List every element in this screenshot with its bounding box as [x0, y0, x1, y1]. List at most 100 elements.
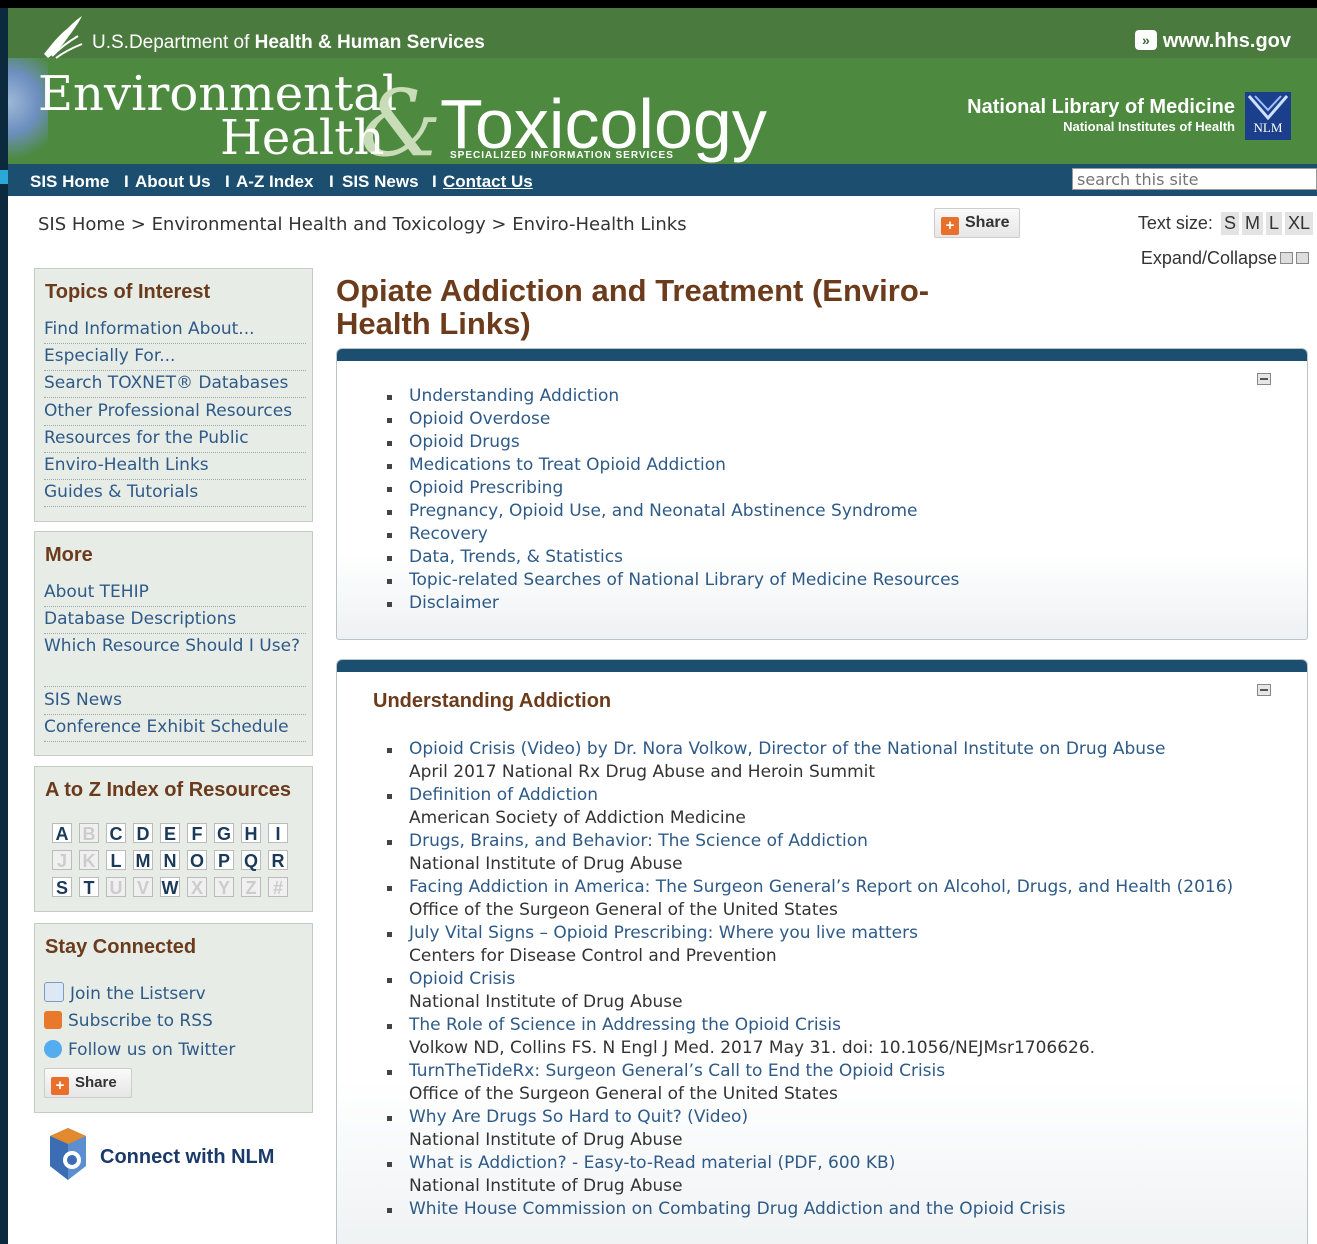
az-letter-p[interactable]: P — [214, 850, 234, 871]
connect-nlm-icon — [50, 1128, 86, 1180]
toc-item[interactable]: Medications to Treat Opioid Addiction — [387, 454, 959, 477]
sidebar-link[interactable]: Especially For... — [44, 344, 306, 371]
text-size-s[interactable]: S — [1220, 212, 1239, 235]
resource-link[interactable]: Definition of Addiction — [409, 784, 1233, 807]
rss-link[interactable]: Subscribe to RSS — [44, 1011, 213, 1031]
nlm-waves-icon — [1247, 95, 1289, 121]
twitter-label: Follow us on Twitter — [68, 1040, 236, 1060]
hhs-eagle-logo[interactable] — [38, 14, 88, 60]
az-letter-n[interactable]: N — [160, 850, 180, 871]
az-letter-o[interactable]: O — [187, 850, 207, 871]
resource-link[interactable]: TurnTheTideRx: Surgeon General’s Call to… — [409, 1060, 1233, 1083]
sidebar-link[interactable]: About TEHIP — [44, 580, 306, 607]
nav-sis-news[interactable]: SIS News — [342, 172, 419, 192]
nlm-name: National Library of Medicine — [967, 96, 1235, 118]
resource-item: Definition of Addiction American Society … — [387, 784, 1233, 830]
sidebar-share-button[interactable]: + Share — [44, 1068, 132, 1098]
az-letter-c[interactable]: C — [106, 823, 126, 844]
az-letter-l[interactable]: L — [106, 850, 126, 871]
toc-item[interactable]: Opioid Drugs — [387, 431, 959, 454]
collapse-all-icon[interactable] — [1296, 252, 1309, 264]
sidebar-link[interactable]: Enviro-Health Links — [44, 453, 306, 480]
resource-item: White House Commission on Combating Drug… — [387, 1198, 1233, 1221]
site-title-logo[interactable]: Environmental & Health Toxicology SPECIA… — [38, 68, 778, 172]
sidebar-link[interactable]: SIS News — [44, 688, 306, 715]
az-letter-t[interactable]: T — [79, 877, 99, 898]
az-letter-m[interactable]: M — [133, 850, 153, 871]
text-size-l[interactable]: L — [1265, 212, 1282, 235]
az-letter-g[interactable]: G — [214, 823, 234, 844]
expand-collapse-control: Expand/Collapse — [1141, 248, 1309, 269]
resource-link[interactable]: White House Commission on Combating Drug… — [409, 1198, 1233, 1221]
az-index-box: A to Z Index of Resources ABCDEFGHI JKLMN… — [34, 766, 313, 912]
nav-sis-home[interactable]: SIS Home — [30, 172, 109, 192]
toc-item[interactable]: Understanding Addiction — [387, 385, 959, 408]
toc-item[interactable]: Opioid Prescribing — [387, 477, 959, 500]
sidebar-link[interactable]: Database Descriptions — [44, 607, 306, 634]
resource-link[interactable]: Opioid Crisis (Video) by Dr. Nora Volkow… — [409, 738, 1233, 761]
az-letter-i[interactable]: I — [268, 823, 288, 844]
toc-item[interactable]: Opioid Overdose — [387, 408, 959, 431]
resource-list: Opioid Crisis (Video) by Dr. Nora Volkow… — [387, 738, 1233, 1221]
resource-link[interactable]: Why Are Drugs So Hard to Quit? (Video) — [409, 1106, 1233, 1129]
resource-item: Why Are Drugs So Hard to Quit? (Video) Na… — [387, 1106, 1233, 1152]
az-letter-hash: # — [268, 877, 288, 898]
resource-source: National Institute of Drug Abuse — [409, 1130, 683, 1150]
toc-item[interactable]: Recovery — [387, 523, 959, 546]
text-size-control: Text size: S M L XL — [1138, 212, 1313, 235]
resource-link[interactable]: Drugs, Brains, and Behavior: The Science… — [409, 830, 1233, 853]
sidebar-link[interactable]: Search TOXNET® Databases — [44, 371, 306, 398]
nav-contact-us[interactable]: Contact Us — [443, 172, 533, 192]
expand-all-icon[interactable] — [1280, 252, 1293, 264]
az-letter-q[interactable]: Q — [241, 850, 261, 871]
hhs-gov-link[interactable]: » www.hhs.gov — [1134, 30, 1291, 53]
az-letter-u: U — [106, 877, 126, 898]
nav-separator: I — [432, 172, 437, 191]
resource-source: National Institute of Drug Abuse — [409, 992, 683, 1012]
az-letter-a[interactable]: A — [52, 823, 72, 844]
az-letter-f[interactable]: F — [187, 823, 207, 844]
share-button[interactable]: + Share — [934, 208, 1020, 238]
resource-link[interactable]: Facing Addiction in America: The Surgeon… — [409, 876, 1233, 899]
text-size-xl[interactable]: XL — [1284, 212, 1313, 235]
az-letter-e[interactable]: E — [160, 823, 180, 844]
search-input[interactable] — [1072, 168, 1317, 190]
rss-icon — [44, 1011, 62, 1029]
sidebar-link[interactable]: Resources for the Public — [44, 426, 306, 453]
az-letter-s[interactable]: S — [52, 877, 72, 898]
hhs-department-name[interactable]: U.S.Department of Health & Human Service… — [92, 32, 485, 54]
breadcrumb[interactable]: SIS Home > Environmental Health and Toxi… — [38, 214, 687, 235]
text-size-m[interactable]: M — [1241, 212, 1263, 235]
toc-item[interactable]: Data, Trends, & Statistics — [387, 546, 959, 569]
nlm-logo-block[interactable]: National Library of Medicine National In… — [931, 92, 1291, 146]
sidebar-link[interactable]: Conference Exhibit Schedule — [44, 715, 306, 742]
az-letter-d[interactable]: D — [133, 823, 153, 844]
hhs-name-bold: Health & Human Services — [254, 32, 485, 53]
nav-az-index[interactable]: A-Z Index — [236, 172, 313, 192]
nav-about-us[interactable]: About Us — [135, 172, 211, 192]
rss-label: Subscribe to RSS — [68, 1011, 213, 1031]
resource-link[interactable]: What is Addiction? - Easy-to-Read materi… — [409, 1152, 1233, 1175]
collapse-icon[interactable] — [1257, 684, 1271, 696]
toc-item[interactable]: Pregnancy, Opioid Use, and Neonatal Abst… — [387, 500, 959, 523]
resource-item: Facing Addiction in America: The Surgeon… — [387, 876, 1233, 922]
window-left-edge — [0, 8, 8, 1244]
sidebar-link[interactable]: Find Information About... — [44, 317, 306, 344]
resource-link[interactable]: July Vital Signs – Opioid Prescribing: W… — [409, 922, 1233, 945]
sidebar-link[interactable]: Guides & Tutorials — [44, 480, 306, 507]
connect-with-nlm-link[interactable]: Connect with NLM — [42, 1124, 302, 1184]
listserv-link[interactable]: Join the Listserv — [44, 982, 206, 1004]
az-letter-r[interactable]: R — [268, 850, 288, 871]
resource-link[interactable]: Opioid Crisis — [409, 968, 1233, 991]
hhs-link-label: www.hhs.gov — [1162, 30, 1291, 52]
sidebar-link[interactable]: Other Professional Resources — [44, 399, 306, 426]
toc-item[interactable]: Disclaimer — [387, 592, 959, 615]
twitter-link[interactable]: Follow us on Twitter — [44, 1040, 235, 1060]
collapse-icon[interactable] — [1257, 373, 1271, 385]
sidebar-link[interactable]: Which Resource Should I Use? — [44, 634, 306, 687]
toc-item[interactable]: Topic-related Searches of National Libra… — [387, 569, 959, 592]
az-letter-h[interactable]: H — [241, 823, 261, 844]
text-size-label: Text size: — [1137, 213, 1213, 233]
resource-link[interactable]: The Role of Science in Addressing the Op… — [409, 1014, 1233, 1037]
az-letter-w[interactable]: W — [160, 877, 180, 898]
